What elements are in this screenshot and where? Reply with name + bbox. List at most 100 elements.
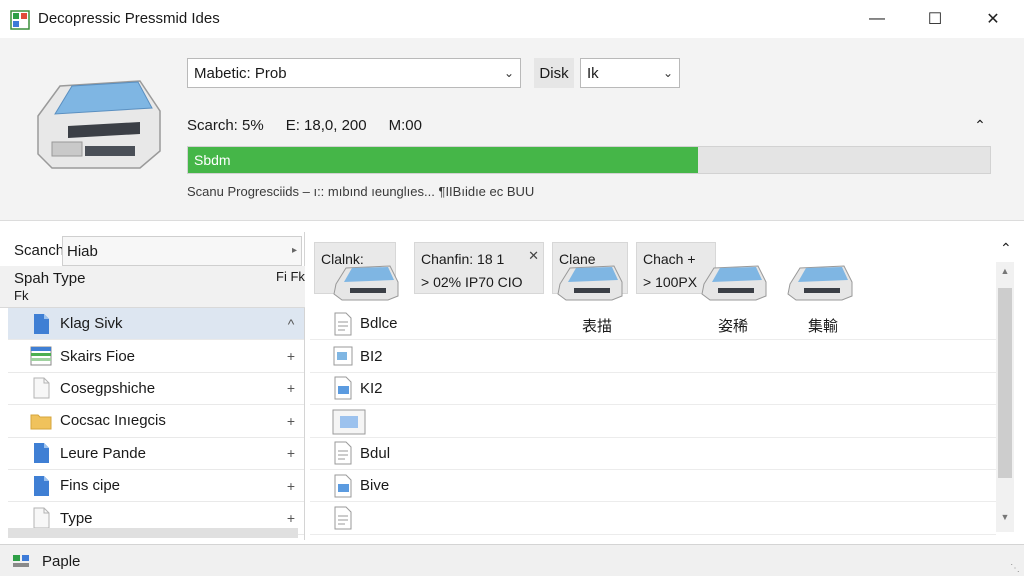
blue-file-icon [332,376,354,400]
type-list-item-label: Fins cipe [60,477,121,495]
file-list-row[interactable]: Bdul [310,438,996,470]
progress-caption: Scanu Progresciids – ı:: mıbınd ıeunglıe… [187,184,535,199]
progress-label: Sbdm [194,152,231,168]
mode-select[interactable]: Mabetic: Prob ⌄ [187,58,521,88]
chevron-up-icon[interactable]: ^ [278,316,304,332]
divider [0,220,1024,221]
mode-select-value: Mabetic: Prob [194,64,287,82]
blue-doc-icon [30,442,52,464]
resize-grip-icon[interactable]: ⋱ [1010,563,1020,574]
device-thumbnail[interactable] [330,262,402,302]
preview-file-icon [332,409,366,435]
blue-doc-icon [30,313,52,335]
file-list-row[interactable] [310,502,996,535]
file-name: BI2 [360,347,383,365]
disk-button[interactable]: Disk [534,58,574,88]
file-name: Bive [360,477,390,495]
close-button[interactable]: ✕ [964,0,1022,38]
add-icon[interactable]: + [278,413,304,429]
blue-doc-icon [30,475,52,497]
minimize-button[interactable]: — [848,0,906,38]
disk-select[interactable]: Ik ⌄ [580,58,680,88]
add-icon[interactable]: + [278,445,304,461]
file-list-row[interactable]: BI2 [310,340,996,373]
filter-chip[interactable]: Chanfin: 18 1 > 02% IP70 CIO ✕ [414,242,544,294]
add-icon[interactable]: + [278,348,304,364]
file-c2-cell: 表描 [582,318,613,335]
device-thumbnail[interactable] [698,262,770,302]
type-pane: Scanch: Hiab ▸ Spah Type Fk Fi Fk Klag S… [0,232,305,540]
arrow-right-icon[interactable]: ▸ [292,245,297,256]
title-bar: Decopressic Pressmid Ides — ☐ ✕ [0,0,1024,38]
type-list-item[interactable]: Skairs Fioe + [8,340,304,373]
close-icon[interactable]: ✕ [528,244,539,267]
scanner-device-image [37,80,161,169]
chip-value: > 02% IP70 CIO [421,274,523,290]
type-list-item-label: Cosegpshiche [60,379,156,397]
file-list-row[interactable]: Bdlce 表描 姿稀 集輸 [310,308,996,341]
file-list-row[interactable]: Bive [310,470,996,503]
file-pane: Clalnk: Chanfin: 18 1 > 02% IP70 CIO ✕ C… [310,232,1024,540]
folder-icon [30,410,52,432]
text-file-icon [332,506,354,530]
file-list-row[interactable] [310,405,996,438]
device-thumbnail[interactable] [784,262,856,302]
type-list: Klag Sivk ^ Skairs Fioe + Cosegpshiche + Cocsa… [8,308,304,535]
chevron-down-icon: ⌄ [503,66,515,80]
text-file-icon [332,312,354,336]
add-icon[interactable]: + [278,510,304,526]
m-stat: M:00 [388,117,422,134]
status-app-icon [13,555,29,567]
status-bar: Paple ⋱ [0,544,1024,576]
file-list-row[interactable]: KI2 [310,373,996,406]
text-file-icon [332,441,354,465]
chevron-up-icon[interactable]: ⌃ [1000,240,1012,257]
type-list-item[interactable]: Fins cipe + [8,470,304,503]
file-c3-cell: 姿稀 [718,318,749,335]
chevron-down-icon: ⌄ [662,66,674,80]
search-label: Scanch: [14,242,69,259]
type-header-title: Spah Type [14,270,86,287]
type-list-item-label: Leure Pande [60,444,146,462]
type-list-item-label: Cocsac Inıegcis [60,412,166,430]
blank-doc-icon [30,507,52,529]
type-list-item[interactable]: Cosegpshiche + [8,373,304,406]
maximize-button[interactable]: ☐ [906,0,964,38]
type-list-item-label: Skairs Fioe [60,347,136,365]
add-icon[interactable]: + [278,380,304,396]
chip-label: Chanfin: 18 1 [421,251,505,267]
type-column-header[interactable]: Spah Type Fk Fi Fk [0,266,305,308]
status-text: Paple [42,553,81,570]
scrollbar-thumb[interactable] [998,288,1012,478]
add-icon[interactable]: + [278,478,304,494]
type-list-item-label: Klag Sivk [60,315,123,333]
window-title: Decopressic Pressmid Ides [38,10,220,27]
type-list-item-label: Type [60,509,93,527]
e-stat: E: 18,0, 200 [285,117,367,134]
disk-select-value: Ik [587,64,599,82]
scroll-down-icon[interactable]: ▼ [996,512,1014,522]
type-list-item[interactable]: Klag Sivk ^ [8,308,304,341]
scan-stats: Scarch: 5% E: 18,0, 200 M:00 [187,117,422,134]
search-input[interactable]: Hiab ▸ [62,236,302,266]
search-stat: Scarch: 5% [187,117,264,134]
file-name: Bdlce [360,315,398,333]
vertical-scrollbar[interactable]: ▲ ▼ [996,262,1014,532]
chevron-up-icon[interactable]: ⌃ [970,117,990,135]
device-thumbnail[interactable] [554,262,626,302]
file-list: Bdlce 表描 姿稀 集輸 BI2 KI2 Bdul Bive [310,308,996,535]
scroll-up-icon[interactable]: ▲ [996,266,1014,276]
blue-file-icon [332,474,354,498]
spreadsheet-icon [30,345,52,367]
image-file-icon [332,344,354,368]
type-header-sub: Fk [14,288,29,303]
blank-doc-icon [30,377,52,399]
type-list-item[interactable]: Leure Pande + [8,438,304,470]
file-name: Bdul [360,444,391,462]
type-list-item[interactable]: Cocsac Inıegcis + [8,405,304,438]
horizontal-scrollbar[interactable] [8,528,298,538]
file-c4-cell: 集輸 [808,318,839,335]
file-name: KI2 [360,379,383,397]
sort-icon[interactable]: Fi Fk [276,270,305,283]
app-icon [10,10,30,30]
